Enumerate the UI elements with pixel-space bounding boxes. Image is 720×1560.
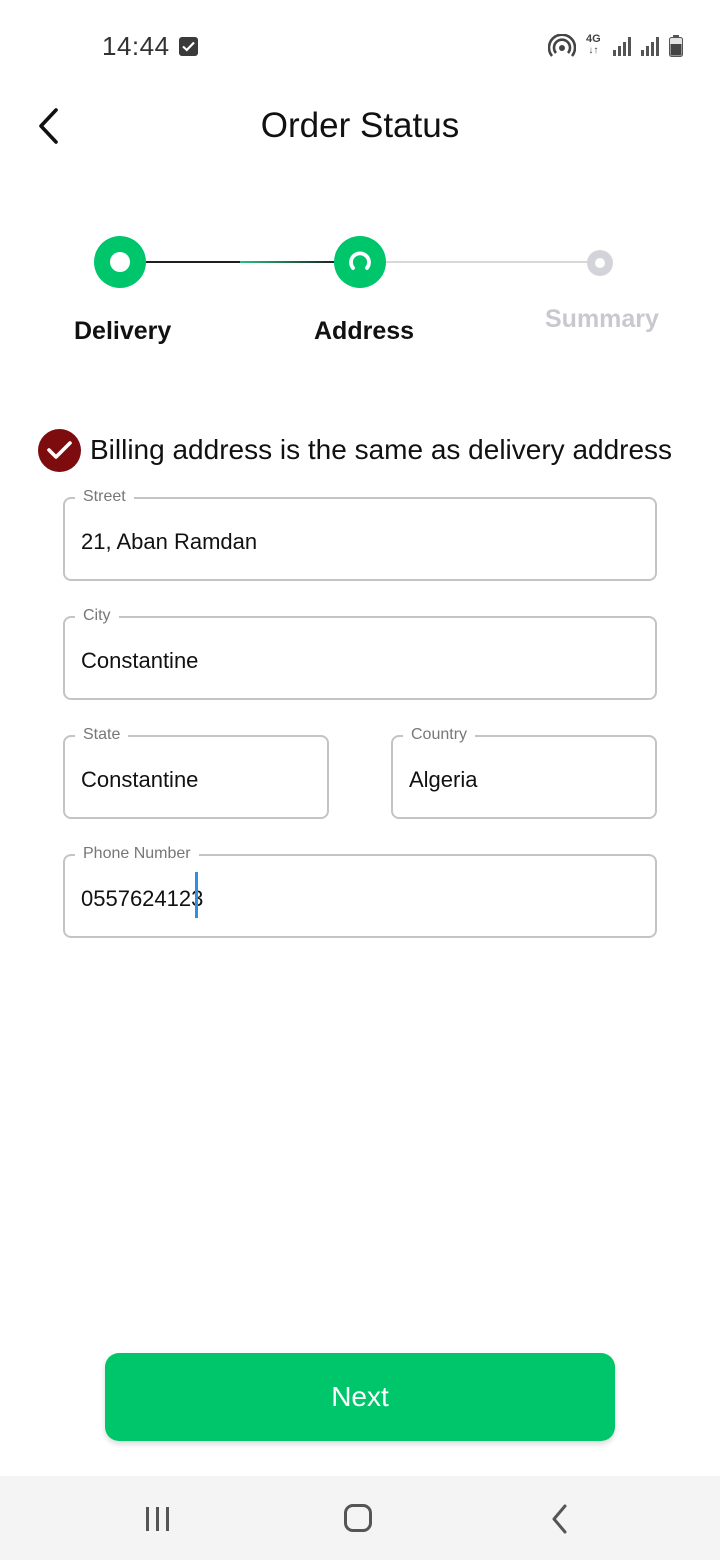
state-field[interactable]: State [63,725,329,819]
status-bar: 14:44 4G ↓↑ [0,0,720,90]
stepper-connector [386,261,588,263]
phone-number-field[interactable]: Phone Number [63,844,657,938]
order-stepper: Delivery Address Summary [0,210,720,370]
street-field[interactable]: Street [63,487,657,581]
city-input[interactable] [81,644,639,678]
billing-same-checkbox-row[interactable]: Billing address is the same as delivery … [38,428,672,472]
step-delivery-label: Delivery [74,317,172,345]
hotspot-icon [548,34,576,57]
step-delivery-indicator[interactable] [94,236,146,288]
street-field-label: Street [75,487,134,507]
phone-number-field-label: Phone Number [75,844,199,864]
recent-apps-icon[interactable] [143,1506,173,1532]
step-summary-label: Summary [545,305,659,333]
billing-same-label: Billing address is the same as delivery … [90,434,673,465]
city-field-label: City [75,606,119,626]
notification-check-icon [179,37,198,56]
text-cursor [195,872,198,918]
home-icon[interactable] [344,1504,372,1532]
country-field[interactable]: Country [391,725,657,819]
billing-same-checkbox[interactable] [38,428,81,472]
city-field[interactable]: City [63,606,657,700]
country-input[interactable] [409,763,639,797]
next-button[interactable]: Next [105,1353,615,1441]
page-title: Order Status [260,106,460,145]
step-address-label: Address [314,317,415,345]
signal-icon [641,37,659,56]
system-nav-bar [0,1476,720,1560]
country-field-label: Country [403,725,476,745]
stepper-connector [240,261,336,263]
step-address-indicator[interactable] [334,236,386,288]
back-icon[interactable] [550,1504,570,1534]
signal-icon [613,37,631,56]
state-input[interactable] [81,763,311,797]
progress-ring-icon [349,251,371,270]
stepper-connector [146,261,242,263]
status-time: 14:44 [102,31,170,61]
checkmark-icon [47,440,72,459]
phone-number-input[interactable] [81,882,639,916]
state-field-label: State [75,725,129,745]
battery-icon [669,35,683,57]
network-type: 4G ↓↑ [586,33,601,57]
step-summary-indicator[interactable] [587,250,613,276]
street-input[interactable] [81,525,639,559]
